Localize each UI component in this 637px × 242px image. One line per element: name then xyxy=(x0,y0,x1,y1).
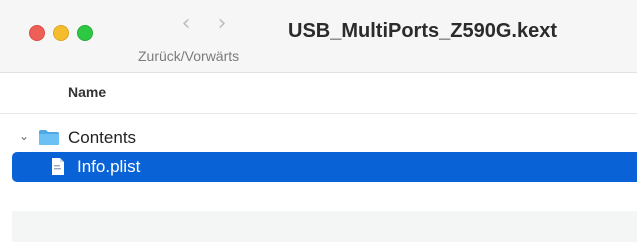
toolbar: ‹ › Zurück/Vorwärts USB_MultiPorts_Z590G… xyxy=(0,0,637,73)
finder-window: ‹ › Zurück/Vorwärts USB_MultiPorts_Z590G… xyxy=(0,0,637,242)
back-button[interactable]: ‹ xyxy=(176,12,196,36)
forward-button[interactable]: › xyxy=(212,12,232,36)
window-title: USB_MultiPorts_Z590G.kext xyxy=(288,20,557,42)
nav-label: Zurück/Vorwärts xyxy=(138,48,240,64)
list-item[interactable]: ⌄ Contents xyxy=(0,123,637,153)
list-item-label: Info.plist xyxy=(77,157,141,176)
zoom-button[interactable] xyxy=(77,25,93,41)
chevron-left-icon: ‹ xyxy=(181,11,191,36)
column-header: Name xyxy=(0,73,637,114)
list-item-selected[interactable]: Info.plist xyxy=(12,152,637,182)
document-icon xyxy=(52,158,64,175)
disclosure-chevron-down-icon[interactable]: ⌄ xyxy=(19,130,31,142)
folder-icon xyxy=(39,130,59,145)
empty-row-stripe xyxy=(12,211,637,242)
minimize-button[interactable] xyxy=(53,25,69,41)
list-item-label: Contents xyxy=(68,128,137,147)
close-button[interactable] xyxy=(29,25,45,41)
name-column-header[interactable]: Name xyxy=(68,84,106,100)
chevron-right-icon: › xyxy=(217,11,227,36)
